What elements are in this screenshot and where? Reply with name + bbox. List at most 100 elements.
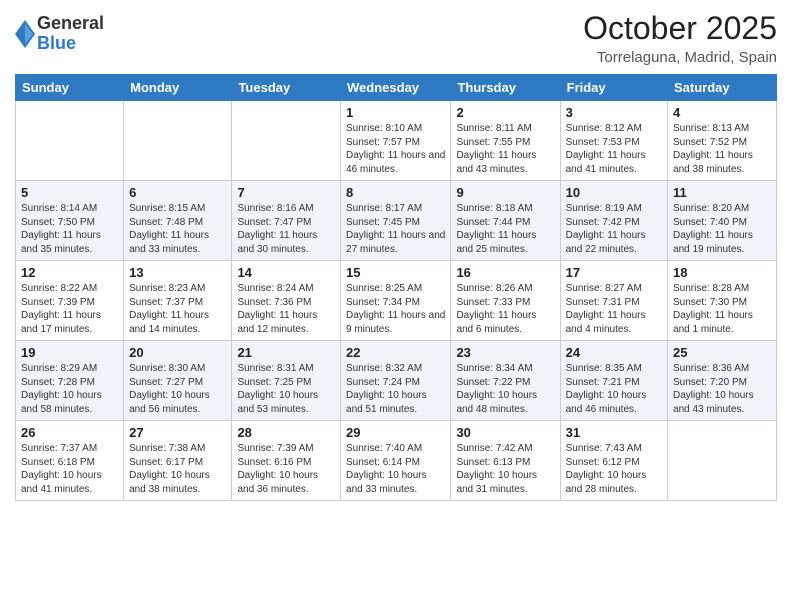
day-number: 12 <box>21 265 118 280</box>
calendar-week-row: 5Sunrise: 8:14 AMSunset: 7:50 PMDaylight… <box>16 181 777 261</box>
day-number: 21 <box>237 345 335 360</box>
weekday-header-friday: Friday <box>560 75 667 101</box>
day-number: 10 <box>566 185 662 200</box>
day-number: 11 <box>673 185 771 200</box>
calendar-table: SundayMondayTuesdayWednesdayThursdayFrid… <box>15 74 777 501</box>
weekday-header-thursday: Thursday <box>451 75 560 101</box>
day-info: Sunrise: 8:28 AMSunset: 7:30 PMDaylight:… <box>673 282 771 336</box>
calendar-cell: 28 Sunrise: 7:39 AMSunset: 6:16 PMDayligh… <box>232 421 341 501</box>
day-number: 20 <box>129 345 226 360</box>
calendar-week-row: 26Sunrise: 7:37 AMSunset: 6:18 PMDayligh… <box>16 421 777 501</box>
calendar-cell: 21 Sunrise: 8:31 AMSunset: 7:25 PMDayligh… <box>232 341 341 421</box>
calendar-cell <box>668 421 777 501</box>
day-info: Sunrise: 7:40 AMSunset: 6:14 PMDaylight:… <box>346 442 445 496</box>
calendar-cell: 19 Sunrise: 8:29 AMSunset: 7:28 PMDayligh… <box>16 341 124 421</box>
day-number: 3 <box>566 105 662 120</box>
calendar-cell: 6Sunrise: 8:15 AMSunset: 7:48 PMDaylight… <box>124 181 232 261</box>
weekday-header-tuesday: Tuesday <box>232 75 341 101</box>
calendar-cell: 15 Sunrise: 8:25 AMSunset: 7:34 PMDayligh… <box>341 261 451 341</box>
calendar-cell: 8 Sunrise: 8:17 AMSunset: 7:45 PMDaylight… <box>341 181 451 261</box>
calendar-cell: 23 Sunrise: 8:34 AMSunset: 7:22 PMDayligh… <box>451 341 560 421</box>
day-info: Sunrise: 8:20 AMSunset: 7:40 PMDaylight:… <box>673 202 771 256</box>
day-info: Sunrise: 8:24 AMSunset: 7:36 PMDaylight:… <box>237 282 335 336</box>
day-number: 27 <box>129 425 226 440</box>
calendar-cell: 2 Sunrise: 8:11 AMSunset: 7:55 PMDaylight… <box>451 101 560 181</box>
calendar-cell: 1 Sunrise: 8:10 AMSunset: 7:57 PMDaylight… <box>341 101 451 181</box>
day-info: Sunrise: 8:14 AMSunset: 7:50 PMDaylight:… <box>21 202 118 256</box>
calendar-cell: 18 Sunrise: 8:28 AMSunset: 7:30 PMDayligh… <box>668 261 777 341</box>
day-info: Sunrise: 8:23 AMSunset: 7:37 PMDaylight:… <box>129 282 226 336</box>
calendar-cell: 10 Sunrise: 8:19 AMSunset: 7:42 PMDayligh… <box>560 181 667 261</box>
day-number: 6 <box>129 185 226 200</box>
day-info: Sunrise: 8:29 AMSunset: 7:28 PMDaylight:… <box>21 362 118 416</box>
day-info: Sunrise: 8:31 AMSunset: 7:25 PMDaylight:… <box>237 362 335 416</box>
day-number: 17 <box>566 265 662 280</box>
title-section: October 2025 Torrelaguna, Madrid, Spain <box>583 10 777 66</box>
day-number: 22 <box>346 345 445 360</box>
day-info: Sunrise: 8:26 AMSunset: 7:33 PMDaylight:… <box>456 282 554 336</box>
day-number: 31 <box>566 425 662 440</box>
day-number: 24 <box>566 345 662 360</box>
header: General Blue October 2025 Torrelaguna, M… <box>15 10 777 66</box>
day-info: Sunrise: 8:27 AMSunset: 7:31 PMDaylight:… <box>566 282 662 336</box>
calendar-week-row: 12 Sunrise: 8:22 AMSunset: 7:39 PMDayligh… <box>16 261 777 341</box>
day-info: Sunrise: 8:19 AMSunset: 7:42 PMDaylight:… <box>566 202 662 256</box>
calendar-cell: 22Sunrise: 8:32 AMSunset: 7:24 PMDayligh… <box>341 341 451 421</box>
day-number: 23 <box>456 345 554 360</box>
calendar-cell <box>124 101 232 181</box>
calendar-cell <box>232 101 341 181</box>
calendar-cell: 14 Sunrise: 8:24 AMSunset: 7:36 PMDayligh… <box>232 261 341 341</box>
day-number: 15 <box>346 265 445 280</box>
day-number: 2 <box>456 105 554 120</box>
calendar-cell: 7Sunrise: 8:16 AMSunset: 7:47 PMDaylight… <box>232 181 341 261</box>
day-number: 8 <box>346 185 445 200</box>
calendar-cell: 30 Sunrise: 7:42 AMSunset: 6:13 PMDayligh… <box>451 421 560 501</box>
day-number: 13 <box>129 265 226 280</box>
location-title: Torrelaguna, Madrid, Spain <box>583 49 777 66</box>
day-info: Sunrise: 8:17 AMSunset: 7:45 PMDaylight:… <box>346 202 445 256</box>
day-info: Sunrise: 8:16 AMSunset: 7:47 PMDaylight:… <box>237 202 335 256</box>
day-number: 9 <box>456 185 554 200</box>
day-info: Sunrise: 8:36 AMSunset: 7:20 PMDaylight:… <box>673 362 771 416</box>
day-number: 14 <box>237 265 335 280</box>
calendar-week-row: 1 Sunrise: 8:10 AMSunset: 7:57 PMDaylight… <box>16 101 777 181</box>
day-number: 30 <box>456 425 554 440</box>
calendar-cell: 17 Sunrise: 8:27 AMSunset: 7:31 PMDayligh… <box>560 261 667 341</box>
logo: General Blue <box>15 14 104 54</box>
day-number: 28 <box>237 425 335 440</box>
calendar-cell: 20 Sunrise: 8:30 AMSunset: 7:27 PMDayligh… <box>124 341 232 421</box>
calendar-cell: 27Sunrise: 7:38 AMSunset: 6:17 PMDayligh… <box>124 421 232 501</box>
day-number: 18 <box>673 265 771 280</box>
calendar-cell: 9 Sunrise: 8:18 AMSunset: 7:44 PMDaylight… <box>451 181 560 261</box>
day-info: Sunrise: 8:35 AMSunset: 7:21 PMDaylight:… <box>566 362 662 416</box>
day-info: Sunrise: 8:22 AMSunset: 7:39 PMDaylight:… <box>21 282 118 336</box>
day-info: Sunrise: 7:43 AMSunset: 6:12 PMDaylight:… <box>566 442 662 496</box>
calendar-cell: 26Sunrise: 7:37 AMSunset: 6:18 PMDayligh… <box>16 421 124 501</box>
page: General Blue October 2025 Torrelaguna, M… <box>0 0 792 612</box>
day-info: Sunrise: 7:39 AMSunset: 6:16 PMDaylight:… <box>237 442 335 496</box>
day-number: 26 <box>21 425 118 440</box>
day-info: Sunrise: 8:10 AMSunset: 7:57 PMDaylight:… <box>346 122 445 176</box>
day-info: Sunrise: 8:25 AMSunset: 7:34 PMDaylight:… <box>346 282 445 336</box>
day-number: 29 <box>346 425 445 440</box>
day-number: 19 <box>21 345 118 360</box>
month-title: October 2025 <box>583 10 777 47</box>
day-info: Sunrise: 7:42 AMSunset: 6:13 PMDaylight:… <box>456 442 554 496</box>
weekday-header-saturday: Saturday <box>668 75 777 101</box>
day-info: Sunrise: 8:34 AMSunset: 7:22 PMDaylight:… <box>456 362 554 416</box>
calendar-cell: 5Sunrise: 8:14 AMSunset: 7:50 PMDaylight… <box>16 181 124 261</box>
calendar-cell: 13 Sunrise: 8:23 AMSunset: 7:37 PMDayligh… <box>124 261 232 341</box>
day-info: Sunrise: 8:13 AMSunset: 7:52 PMDaylight:… <box>673 122 771 176</box>
logo-icon <box>15 20 35 48</box>
day-number: 1 <box>346 105 445 120</box>
calendar-cell: 11 Sunrise: 8:20 AMSunset: 7:40 PMDayligh… <box>668 181 777 261</box>
logo-blue: Blue <box>37 34 104 54</box>
day-info: Sunrise: 8:30 AMSunset: 7:27 PMDaylight:… <box>129 362 226 416</box>
day-info: Sunrise: 8:11 AMSunset: 7:55 PMDaylight:… <box>456 122 554 176</box>
day-number: 25 <box>673 345 771 360</box>
weekday-header-monday: Monday <box>124 75 232 101</box>
calendar-cell: 31 Sunrise: 7:43 AMSunset: 6:12 PMDayligh… <box>560 421 667 501</box>
calendar-cell: 16Sunrise: 8:26 AMSunset: 7:33 PMDayligh… <box>451 261 560 341</box>
calendar-week-row: 19 Sunrise: 8:29 AMSunset: 7:28 PMDayligh… <box>16 341 777 421</box>
day-info: Sunrise: 8:18 AMSunset: 7:44 PMDaylight:… <box>456 202 554 256</box>
